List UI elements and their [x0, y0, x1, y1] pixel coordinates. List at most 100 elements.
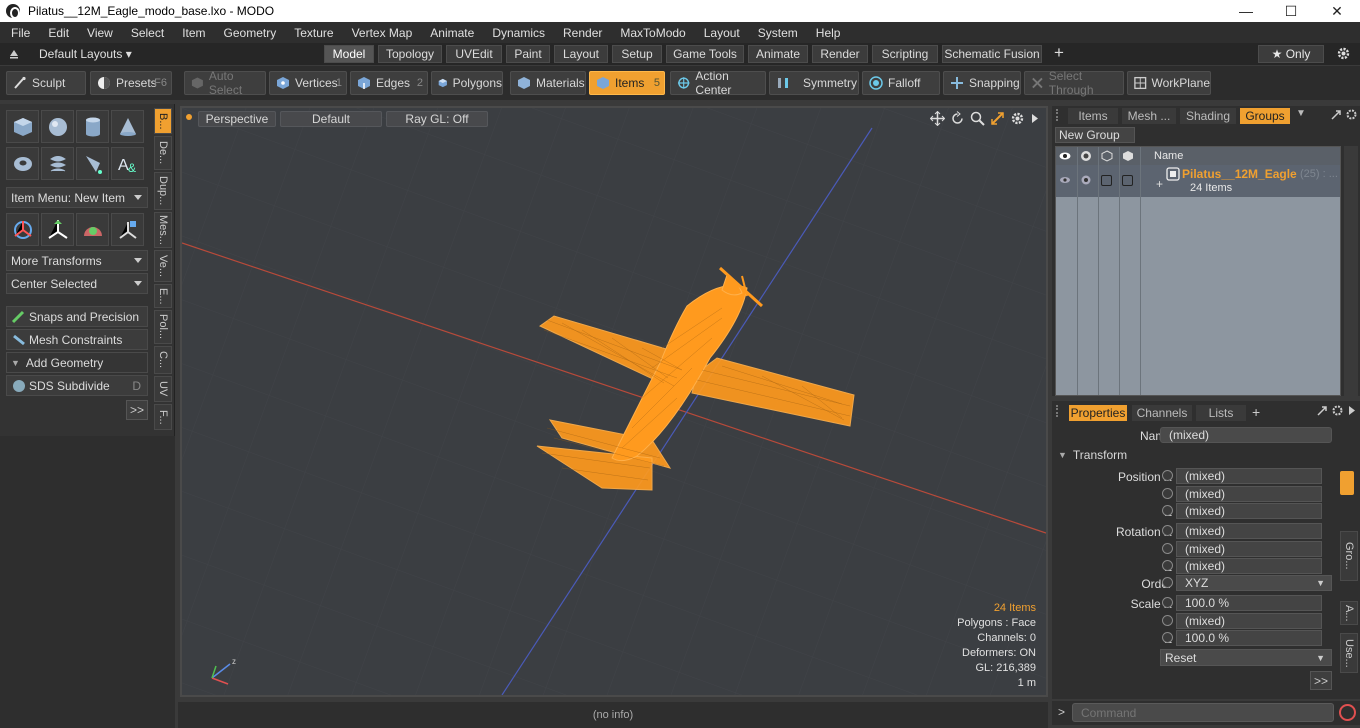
lock-cube-icon[interactable] [1101, 150, 1113, 162]
move-tool-button[interactable] [6, 213, 39, 246]
menu-animate[interactable]: Animate [421, 26, 483, 40]
default-layouts-dropdown[interactable]: Default Layouts ▾ [39, 47, 132, 61]
row-select-checkbox[interactable] [1122, 175, 1133, 186]
tab-shading[interactable]: Shading [1180, 108, 1236, 124]
sphere-tool-button[interactable] [41, 110, 74, 143]
rotation-z-field[interactable]: (mixed) [1176, 558, 1322, 574]
vtab-vertex[interactable]: Ve... [154, 250, 172, 282]
rotate-tool-button[interactable] [41, 213, 74, 246]
row-render-icon[interactable] [1080, 174, 1092, 186]
panel-gear-icon[interactable] [1345, 108, 1358, 121]
expand-right-icon[interactable] [1030, 111, 1040, 126]
cylinder-tool-button[interactable] [76, 110, 109, 143]
rotation-y-field[interactable]: (mixed) [1176, 541, 1322, 557]
transform-section-header[interactable]: ▼ Transform [1058, 447, 1340, 463]
auto-select-button[interactable]: Auto Select [184, 69, 266, 97]
menu-layout[interactable]: Layout [695, 26, 749, 40]
panel-expand-icon[interactable] [1316, 405, 1328, 417]
perspective-view-dropdown[interactable]: Perspective [198, 111, 276, 127]
cone-tool-button[interactable] [111, 110, 144, 143]
more-transforms-dropdown[interactable]: More Transforms [6, 250, 148, 271]
menu-item[interactable]: Item [173, 26, 214, 40]
add-properties-tab-button[interactable]: + [1252, 404, 1260, 420]
rotation-z-keyframe-dot[interactable] [1162, 560, 1173, 571]
tab-animate[interactable]: Animate [748, 45, 808, 63]
tab-render[interactable]: Render [812, 45, 868, 63]
name-field[interactable]: (mixed) [1160, 427, 1332, 443]
rotate-view-icon[interactable] [950, 111, 965, 126]
menu-select[interactable]: Select [122, 26, 173, 40]
scale-y-field[interactable]: (mixed) [1176, 613, 1322, 629]
tab-topology[interactable]: Topology [378, 45, 442, 63]
vtab-fusion[interactable]: F... [154, 404, 172, 430]
row-eye-icon[interactable] [1059, 174, 1071, 186]
add-geometry-section[interactable]: ▼ Add Geometry [6, 352, 148, 373]
torus-tool-button[interactable] [6, 147, 39, 180]
reset-dropdown[interactable]: Reset ▼ [1160, 649, 1332, 666]
menu-vertex-map[interactable]: Vertex Map [343, 26, 422, 40]
select-cube-icon[interactable] [1122, 150, 1134, 162]
tab-model[interactable]: Model [324, 45, 374, 63]
pan-icon[interactable] [930, 111, 945, 126]
items-button[interactable]: Items 5 [589, 71, 665, 95]
scale-tool-button[interactable] [76, 213, 109, 246]
select-through-button[interactable]: Select Through [1024, 69, 1124, 97]
more-tools-button[interactable]: >> [126, 400, 148, 420]
order-keyframe-dot[interactable] [1162, 577, 1173, 588]
vtab-uv[interactable]: UV [154, 376, 172, 402]
tab-groups[interactable]: Groups [1240, 108, 1290, 124]
vertices-button[interactable]: Vertices 1 [269, 71, 347, 95]
presets-button[interactable]: Presets F6 [90, 71, 172, 95]
gear-icon[interactable] [1336, 46, 1351, 61]
tab-game-tools[interactable]: Game Tools [666, 45, 744, 63]
scale-z-keyframe-dot[interactable] [1162, 632, 1173, 643]
3d-viewport[interactable]: z Perspective Default Ray GL: Off 24 Ite… [180, 106, 1048, 697]
mesh-constraints-button[interactable]: Mesh Constraints [6, 329, 148, 350]
tab-lists[interactable]: Lists [1196, 405, 1246, 421]
tab-layout[interactable]: Layout [554, 45, 608, 63]
menu-edit[interactable]: Edit [39, 26, 78, 40]
menu-view[interactable]: View [78, 26, 122, 40]
tab-channels[interactable]: Channels [1132, 405, 1192, 421]
item-menu-dropdown[interactable]: Item Menu: New Item [6, 187, 148, 208]
menu-file[interactable]: File [0, 26, 39, 40]
new-group-button[interactable]: New Group [1055, 127, 1135, 143]
position-x-keyframe-dot[interactable] [1162, 470, 1173, 481]
command-input[interactable] [1072, 703, 1334, 722]
bezier-tool-button[interactable] [76, 147, 109, 180]
panel-expand-icon[interactable] [1330, 109, 1342, 121]
snaps-and-precision-button[interactable]: Snaps and Precision [6, 306, 148, 327]
tab-schematic-fusion[interactable]: Schematic Fusion [942, 45, 1042, 63]
panel-more-icon[interactable] [1347, 404, 1357, 417]
vtab-deform[interactable]: De... [154, 136, 172, 170]
add-tab-button[interactable]: + [1054, 43, 1064, 63]
layout-up-icon[interactable] [8, 47, 20, 59]
transform-tool-button[interactable] [111, 213, 144, 246]
position-y-keyframe-dot[interactable] [1162, 488, 1173, 499]
falloff-button[interactable]: Falloff [862, 71, 940, 95]
group-list-scrollbar[interactable] [1344, 146, 1358, 396]
minimize-button[interactable]: — [1223, 0, 1269, 22]
tab-properties[interactable]: Properties [1069, 405, 1127, 421]
panel-gear-icon[interactable] [1331, 404, 1344, 417]
rotation-y-keyframe-dot[interactable] [1162, 543, 1173, 554]
menu-help[interactable]: Help [807, 26, 850, 40]
shading-style-dropdown[interactable]: Default [280, 111, 382, 127]
side-tab-user[interactable]: Use... [1340, 633, 1358, 673]
maximize-view-icon[interactable] [990, 111, 1005, 126]
rotation-x-field[interactable]: (mixed) [1176, 523, 1322, 539]
zoom-icon[interactable] [970, 111, 985, 126]
menu-dynamics[interactable]: Dynamics [483, 26, 554, 40]
maximize-button[interactable]: ☐ [1268, 0, 1314, 22]
order-dropdown[interactable]: XYZ ▼ [1176, 575, 1332, 591]
tabs-dropdown-icon[interactable]: ▼ [1296, 108, 1306, 119]
menu-geometry[interactable]: Geometry [215, 26, 286, 40]
menu-texture[interactable]: Texture [285, 26, 342, 40]
properties-scroll-thumb[interactable] [1340, 471, 1354, 495]
tab-scripting[interactable]: Scripting [872, 45, 938, 63]
record-macro-icon[interactable] [1339, 704, 1356, 721]
polygons-button[interactable]: Polygons [431, 71, 503, 95]
materials-button[interactable]: Materials [510, 71, 586, 95]
menu-render[interactable]: Render [554, 26, 611, 40]
ray-gl-toggle[interactable]: Ray GL: Off [386, 111, 488, 127]
